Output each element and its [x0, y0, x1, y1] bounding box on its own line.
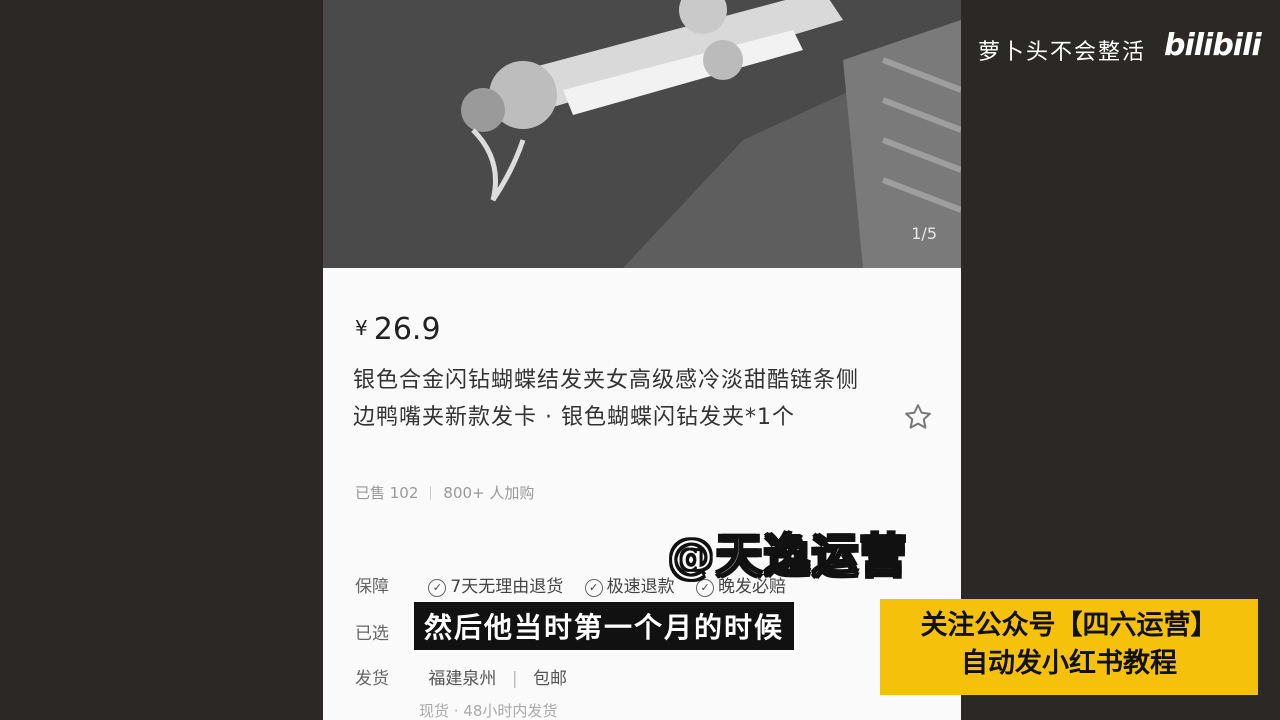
star-icon[interactable]	[903, 402, 933, 432]
promo-line-1: 关注公众号【四六运营】	[920, 610, 1218, 641]
bilibili-logo: bilibili	[1164, 28, 1262, 63]
price: ¥26.9	[355, 312, 441, 347]
shipping-origin: 福建泉州	[428, 669, 497, 689]
shipping-label: 发货	[355, 669, 389, 689]
divider	[430, 486, 432, 500]
sold-count: 已售 102	[355, 484, 419, 502]
guarantee-label: 保障	[355, 577, 389, 597]
check-circle-icon: ✓	[584, 579, 603, 597]
cart-count: 800+ 人加购	[443, 484, 535, 502]
promo-line-2: 自动发小红书教程	[961, 648, 1177, 679]
author-handle: @天逸运营	[667, 528, 908, 584]
product-title: 银色合金闪钻蝴蝶结发夹女高级感冷淡甜酷链条侧边鸭嘴夹新款发卡 · 银色蝴蝶闪钻发…	[353, 368, 860, 430]
price-value: 26.9	[373, 312, 441, 347]
video-subtitle: 然后他当时第一个月的时候	[414, 602, 795, 650]
guarantee-tag: ✓ 7天无理由退货	[428, 572, 563, 597]
sales-info: 已售 102 800+ 人加购	[355, 482, 534, 503]
check-circle-icon: ✓	[428, 579, 447, 597]
product-image[interactable]: 1/5	[323, 0, 961, 268]
guarantee-tag: ✓ 极速退款	[584, 572, 675, 597]
product-photo	[323, 0, 961, 268]
shipping-free: 包邮	[532, 669, 567, 689]
selected-row[interactable]: 已选	[355, 619, 423, 644]
currency-symbol: ¥	[355, 316, 368, 340]
divider: |	[511, 669, 518, 689]
shipping-row[interactable]: 发货 福建泉州 | 包邮	[355, 664, 567, 689]
promo-banner: 关注公众号【四六运营】 自动发小红书教程	[880, 599, 1258, 695]
selected-label: 已选	[355, 624, 389, 644]
image-counter: 1/5	[911, 224, 937, 243]
channel-watermark: 萝卜头不会整活	[978, 40, 1147, 65]
shipping-subtext: 现货 · 48小时内发货	[419, 702, 558, 720]
